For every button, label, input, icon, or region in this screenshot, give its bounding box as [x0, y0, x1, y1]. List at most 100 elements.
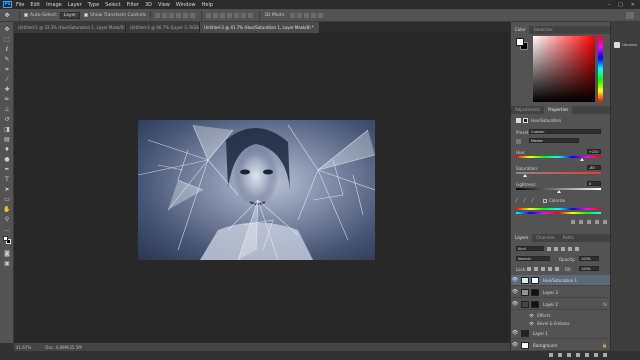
dodge-icon[interactable]: ●: [3, 156, 11, 164]
fill-field[interactable]: 100%: [579, 266, 599, 271]
fx-badge[interactable]: fx: [603, 302, 607, 307]
menu-layer[interactable]: Layer: [68, 2, 82, 8]
menu-file[interactable]: File: [16, 2, 24, 8]
align-middle-icon[interactable]: [162, 13, 167, 18]
delete-adjustment-icon[interactable]: [603, 220, 607, 224]
preset-dropdown[interactable]: Custom: [529, 129, 601, 134]
add-mask-icon[interactable]: [567, 353, 571, 357]
hue-slider-thumb[interactable]: [580, 158, 584, 161]
zoom-icon[interactable]: ⚲: [3, 216, 11, 224]
3d-rotate-icon[interactable]: [290, 13, 295, 18]
visibility-eye-icon[interactable]: 👁: [511, 289, 519, 295]
distribute-top-icon[interactable]: [206, 13, 211, 18]
foreground-color-swatch[interactable]: [516, 38, 524, 46]
align-top-icon[interactable]: [155, 13, 160, 18]
lock-artboard-icon[interactable]: [548, 267, 552, 271]
colorize-checkbox[interactable]: [543, 199, 547, 203]
blend-mode-dropdown[interactable]: Normal: [516, 256, 550, 261]
tab-properties[interactable]: Properties: [544, 106, 572, 114]
filter-shape-icon[interactable]: [568, 247, 572, 251]
workspace-switcher[interactable]: [626, 12, 634, 19]
distribute-right-icon[interactable]: [241, 13, 246, 18]
visibility-icon[interactable]: [595, 220, 599, 224]
move-tool-preset-icon[interactable]: ✥: [3, 11, 11, 19]
layer-row-layer-2[interactable]: 👁 Layer 2 fx: [511, 299, 611, 310]
close-window-button[interactable]: ✕: [631, 2, 635, 8]
align-right-icon[interactable]: [190, 13, 195, 18]
align-bottom-icon[interactable]: [169, 13, 174, 18]
eraser-icon[interactable]: ◨: [3, 126, 11, 134]
foreground-swatch[interactable]: [3, 236, 8, 241]
mask-thumbnail[interactable]: [531, 277, 539, 284]
auto-align-icon[interactable]: [248, 13, 253, 18]
crop-icon[interactable]: ⌗: [3, 66, 11, 74]
reset-icon[interactable]: [587, 220, 591, 224]
hand-adjust-icon[interactable]: [516, 139, 521, 144]
menu-window[interactable]: Window: [176, 2, 196, 8]
eyedropper-icon[interactable]: ⁄: [516, 198, 517, 204]
mask-thumbnail[interactable]: [531, 301, 539, 308]
opacity-field[interactable]: 100%: [579, 256, 599, 261]
move-icon[interactable]: ✥: [3, 26, 11, 34]
distribute-middle-icon[interactable]: [213, 13, 218, 18]
visibility-eye-icon[interactable]: 👁: [511, 301, 519, 307]
screen-mode-icon[interactable]: ▣: [3, 260, 11, 268]
blur-icon[interactable]: ♦: [3, 146, 11, 154]
bevel-eye-icon[interactable]: 👁: [529, 321, 534, 326]
3d-pan-icon[interactable]: [304, 13, 309, 18]
menu-edit[interactable]: Edit: [30, 2, 40, 8]
maximize-button[interactable]: □: [618, 2, 623, 8]
tab-untitled-1[interactable]: Untitled-1 @ 33.3% (Hue/Saturation 1, La…: [14, 22, 126, 33]
saturation-slider[interactable]: [516, 172, 601, 174]
channel-dropdown[interactable]: Master: [529, 138, 579, 143]
saturation-slider-thumb[interactable]: [523, 174, 527, 177]
menu-help[interactable]: Help: [202, 2, 213, 8]
quick-mask-icon[interactable]: ◙: [3, 250, 11, 258]
menu-select[interactable]: Select: [105, 2, 120, 8]
3d-scale-icon[interactable]: [318, 13, 323, 18]
effects-row[interactable]: 👁 Effects: [511, 311, 611, 319]
hue-spectrum-slider[interactable]: [598, 36, 603, 102]
path-select-icon[interactable]: ➤: [3, 186, 11, 194]
document-image[interactable]: [138, 120, 375, 260]
bevel-emboss-row[interactable]: 👁 Bevel & Emboss: [511, 319, 611, 327]
hue-slider[interactable]: [516, 156, 601, 158]
add-style-icon[interactable]: [558, 353, 562, 357]
layer-row-background[interactable]: 👁 Background 🔒: [511, 340, 611, 351]
menu-view[interactable]: View: [158, 2, 170, 8]
tab-color[interactable]: Color: [511, 26, 529, 34]
saturation-value-field[interactable]: -80: [587, 165, 601, 170]
auto-select-dropdown[interactable]: Layer: [60, 12, 81, 19]
layer-row-layer-3[interactable]: 👁 Layer 3: [511, 287, 611, 298]
show-transform-checkbox[interactable]: [84, 13, 88, 17]
lock-all-icon[interactable]: [555, 267, 559, 271]
tab-untitled-4[interactable]: Untitled-4 @ 66.7% (Layer 2, RGB/8) * ×: [126, 22, 200, 33]
lock-transparent-icon[interactable]: [527, 267, 531, 271]
lightness-slider-thumb[interactable]: [557, 190, 561, 193]
distribute-center-icon[interactable]: [234, 13, 239, 18]
new-layer-icon[interactable]: [594, 353, 598, 357]
link-layers-icon[interactable]: [549, 353, 553, 357]
lightness-value-field[interactable]: 0: [587, 181, 601, 186]
layer-row-hue-saturation[interactable]: 👁 Hue/Saturation 1: [511, 275, 611, 286]
pen-icon[interactable]: ✒: [3, 166, 11, 174]
lock-pixels-icon[interactable]: [534, 267, 538, 271]
history-brush-icon[interactable]: ↺: [3, 116, 11, 124]
eyedropper-subtract-icon[interactable]: ⁄: [532, 198, 533, 204]
effects-eye-icon[interactable]: 👁: [529, 313, 534, 318]
menu-filter[interactable]: Filter: [127, 2, 139, 8]
tab-swatches[interactable]: Swatches: [529, 26, 556, 34]
gradient-icon[interactable]: ▤: [3, 136, 11, 144]
stamp-icon[interactable]: ⊥: [3, 106, 11, 114]
lasso-icon[interactable]: ℓ: [3, 46, 11, 54]
3d-roll-icon[interactable]: [297, 13, 302, 18]
visibility-eye-icon[interactable]: 👁: [511, 277, 519, 283]
delete-layer-icon[interactable]: [603, 353, 607, 357]
type-icon[interactable]: T: [3, 176, 11, 184]
new-adjustment-icon[interactable]: [576, 353, 580, 357]
new-group-icon[interactable]: [585, 353, 589, 357]
tab-layers[interactable]: Layers: [511, 234, 532, 242]
filter-adjustment-icon[interactable]: [554, 247, 558, 251]
visibility-eye-icon[interactable]: 👁: [511, 330, 519, 336]
color-field[interactable]: [533, 36, 595, 102]
